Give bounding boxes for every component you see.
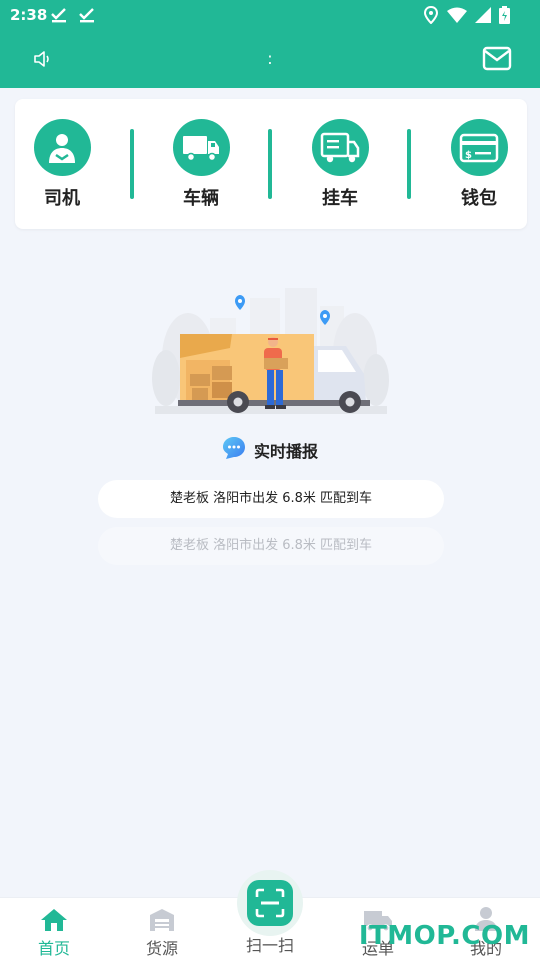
quick-item-driver[interactable]: 司机: [27, 119, 97, 210]
scan-icon: [247, 880, 293, 926]
divider: [268, 129, 272, 199]
nav-label: 首页: [37, 939, 70, 958]
divider: [407, 129, 411, 199]
nav-home[interactable]: 首页: [14, 904, 94, 959]
truck-icon: [172, 119, 230, 176]
home-icon: [41, 909, 67, 931]
app-bar-title: :: [267, 49, 273, 68]
status-system-icons: [423, 6, 510, 24]
quick-item-vehicle[interactable]: 车辆: [166, 119, 236, 210]
status-notification-icons: [50, 6, 96, 24]
broadcast-item: 楚老板 洛阳市出发 6.8米 匹配到车: [98, 480, 444, 518]
battery-icon: [499, 6, 510, 24]
warehouse-icon: [150, 909, 174, 931]
quick-item-wallet[interactable]: $ 钱包: [444, 119, 514, 210]
scan-button[interactable]: [237, 870, 303, 936]
wifi-icon: [447, 7, 467, 23]
wallet-icon: $: [450, 119, 508, 176]
trailer-icon: [311, 119, 369, 176]
nav-cargo[interactable]: 货源: [122, 904, 202, 959]
live-broadcast-header: 实时播报: [0, 436, 540, 464]
quick-item-label: 车辆: [183, 188, 219, 209]
driver-icon: [33, 119, 91, 176]
scan-label: 扫一扫: [245, 936, 294, 955]
broadcast-item: 楚老板 洛阳市出发 6.8米 匹配到车: [98, 527, 444, 565]
task-done-icon: [51, 8, 66, 23]
nav-label: 货源: [145, 939, 178, 958]
watermark: ITMOP.COM: [358, 921, 530, 951]
svg-text:$: $: [465, 150, 472, 161]
cell-signal-icon: [475, 7, 491, 23]
chat-bubble-icon: [222, 436, 246, 464]
broadcast-title: 实时播报: [253, 442, 318, 461]
quick-item-label: 挂车: [322, 188, 358, 209]
status-time: 2:38: [10, 6, 48, 24]
quick-item-label: 司机: [44, 188, 80, 209]
quick-actions-card: 司机 车辆 挂车 $ 钱包: [15, 99, 527, 229]
status-bar: 2:38: [0, 0, 540, 32]
task-done-icon: [79, 8, 94, 23]
delivery-illustration: [150, 288, 390, 418]
location-icon: [423, 6, 439, 24]
mail-icon[interactable]: [482, 46, 512, 76]
app-bar: :: [0, 32, 540, 88]
divider: [130, 129, 134, 199]
quick-item-label: 钱包: [461, 188, 497, 209]
quick-item-trailer[interactable]: 挂车: [305, 119, 375, 210]
